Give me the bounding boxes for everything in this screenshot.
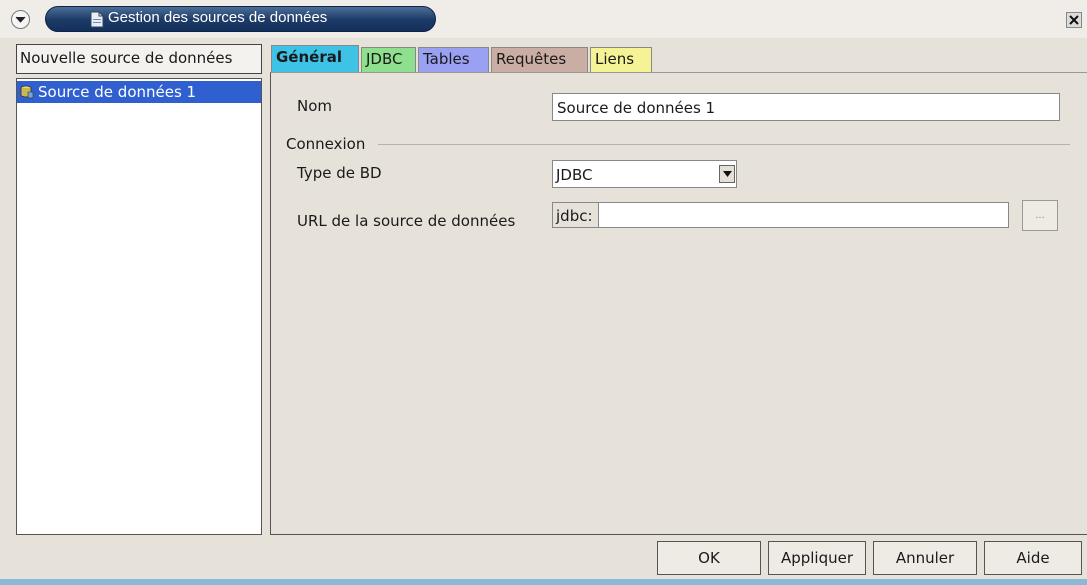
list-item[interactable]: Source de données 1 xyxy=(17,81,261,103)
name-label: Nom xyxy=(297,97,333,115)
database-icon xyxy=(20,85,34,99)
db-type-select[interactable]: JDBC xyxy=(552,160,737,188)
db-type-dropdown-button[interactable] xyxy=(719,165,735,183)
data-source-list[interactable]: Source de données 1 xyxy=(16,78,262,535)
window-title: Gestion des sources de données xyxy=(108,9,328,26)
help-button[interactable]: Aide xyxy=(984,541,1082,575)
window-menu-button[interactable] xyxy=(11,10,30,29)
tab-tables[interactable]: Tables xyxy=(418,47,489,72)
name-field[interactable]: Source de données 1 xyxy=(552,93,1060,121)
new-data-source-button[interactable]: Nouvelle source de données xyxy=(16,44,262,74)
tab-requetes[interactable]: Requêtes xyxy=(491,47,588,72)
close-button[interactable] xyxy=(1066,12,1082,28)
chevron-down-icon xyxy=(15,16,26,23)
url-field[interactable] xyxy=(598,202,1009,228)
db-type-label: Type de BD xyxy=(297,164,382,182)
window-bottom-border xyxy=(0,579,1087,585)
url-label: URL de la source de données xyxy=(297,212,516,230)
url-prefix: jdbc: xyxy=(552,202,598,228)
section-divider xyxy=(378,144,1070,145)
cancel-button[interactable]: Annuler xyxy=(873,541,977,575)
close-icon xyxy=(1069,15,1079,25)
browse-button[interactable]: ... xyxy=(1022,200,1058,231)
ok-button[interactable]: OK xyxy=(657,541,761,575)
tab-jdbc[interactable]: JDBC xyxy=(361,47,416,72)
document-icon xyxy=(90,11,104,28)
tab-panel xyxy=(270,72,1087,535)
list-item-label: Source de données 1 xyxy=(38,83,197,101)
apply-button[interactable]: Appliquer xyxy=(768,541,866,575)
connection-section-label: Connexion xyxy=(286,135,366,153)
chevron-down-icon xyxy=(722,171,732,177)
tab-general[interactable]: Général xyxy=(271,45,359,72)
tab-liens[interactable]: Liens xyxy=(590,47,652,72)
